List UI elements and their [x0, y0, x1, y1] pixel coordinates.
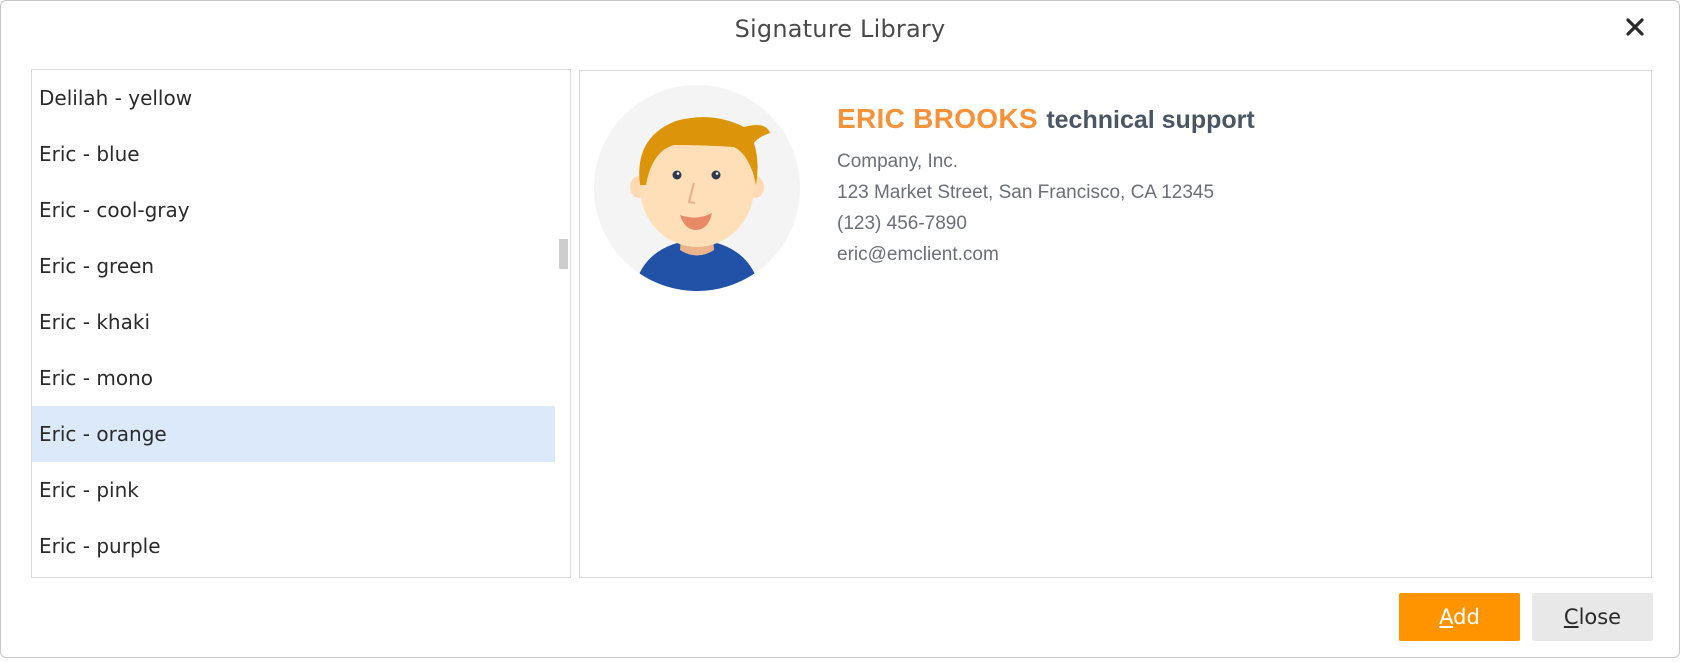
list-item[interactable]: Eric - mono: [32, 350, 555, 406]
signature-phone: (123) 456-7890: [837, 213, 967, 234]
list-item[interactable]: Eric - green: [32, 238, 555, 294]
signature-company: Company, Inc.: [837, 151, 959, 172]
signature-list[interactable]: Delilah - yellow Eric - blue Eric - cool…: [31, 69, 571, 578]
list-item[interactable]: Eric - pink: [32, 462, 555, 518]
person-avatar-icon: [594, 85, 800, 291]
signature-preview: ERIC BROOKS technical support Company, I…: [579, 70, 1652, 578]
signature-address: 123 Market Street, San Francisco, CA 123…: [837, 182, 1215, 203]
signature-email: eric@emclient.com: [837, 244, 999, 265]
close-icon[interactable]: [1621, 13, 1649, 41]
list-item[interactable]: Eric - blue: [32, 126, 555, 182]
list-item[interactable]: Eric - cool-gray: [32, 182, 555, 238]
add-button[interactable]: Add: [1399, 593, 1520, 641]
signature-role: technical support: [1046, 106, 1255, 134]
signature-name-line: ERIC BROOKS technical support: [837, 103, 1255, 135]
list-item[interactable]: Eric - purple: [32, 518, 555, 574]
signature-library-dialog: Signature Library Delilah - yellow Eric …: [0, 0, 1680, 658]
list-item[interactable]: Eric - khaki: [32, 294, 555, 350]
list-item-selected[interactable]: Eric - orange: [32, 406, 555, 462]
dialog-title: Signature Library: [734, 15, 946, 43]
list-item[interactable]: Delilah - yellow: [32, 70, 555, 126]
list-scrollbar-thumb[interactable]: [559, 239, 568, 269]
close-button[interactable]: Close: [1532, 593, 1653, 641]
signature-name: ERIC BROOKS: [837, 103, 1038, 134]
